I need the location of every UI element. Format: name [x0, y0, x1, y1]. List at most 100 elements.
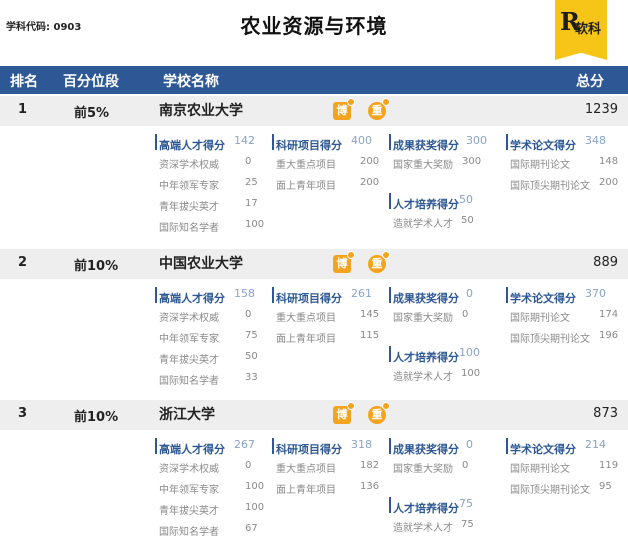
training-score-header: 人才培养得分 100: [389, 346, 501, 364]
rank-number: 3: [18, 406, 28, 421]
paper-item-label: 国际顶尖期刊论文: [510, 334, 590, 345]
research-item-label: 重大重点项目: [276, 160, 336, 171]
talent-score-value: 267: [234, 438, 255, 451]
paper-item-value: 119: [599, 460, 619, 471]
training-group: 人才培养得分 50 造就学术人才 50: [389, 193, 501, 233]
talent-item-label: 中年领军专家: [159, 181, 219, 192]
paper-item: 国际顶尖期刊论文 196: [506, 327, 618, 348]
paper-score-header: 学术论文得分 370: [506, 287, 618, 305]
training-item-value: 50: [461, 215, 474, 226]
paper-item: 国际期刊论文 174: [506, 306, 618, 327]
talent-item-label: 资深学术权威: [159, 313, 219, 324]
award-group: 成果获奖得分 0 国家重大奖励 0: [389, 287, 501, 327]
talent-item-value: 0: [245, 156, 252, 167]
research-item-value: 200: [360, 156, 380, 167]
talent-score-header: 高端人才得分 158: [155, 287, 267, 305]
research-item-label: 面上青年项目: [276, 181, 336, 192]
ranking-row[interactable]: 3 前10% 浙江大学 873 博重: [0, 400, 628, 430]
paper-item-value: 174: [599, 309, 619, 320]
paper-item-value: 148: [599, 156, 619, 167]
training-score-label: 人才培养得分: [393, 351, 459, 364]
research-group: 科研项目得分 261 重大重点项目 145 面上青年项目 115: [272, 287, 384, 348]
award-group: 成果获奖得分 0 国家重大奖励 0: [389, 438, 501, 478]
rank-number: 1: [18, 102, 28, 117]
talent-item-label: 资深学术权威: [159, 160, 219, 171]
paper-item-value: 95: [599, 481, 612, 492]
research-item-value: 136: [360, 481, 380, 492]
training-group: 人才培养得分 75 造就学术人才 75: [389, 497, 501, 537]
paper-item-label: 国际期刊论文: [510, 464, 570, 475]
talent-score-header: 高端人才得分 267: [155, 438, 267, 456]
paper-item-label: 国际期刊论文: [510, 160, 570, 171]
talent-score-label: 高端人才得分: [159, 292, 225, 305]
award-score-value: 300: [466, 134, 487, 147]
school-name[interactable]: 浙江大学: [159, 404, 215, 424]
paper-group: 学术论文得分 214 国际期刊论文 119 国际顶尖期刊论文 95: [506, 438, 618, 499]
header-score: 总分: [576, 74, 604, 90]
table-header: 排名 百分位段 学校名称 总分: [0, 66, 628, 94]
badge-dot-icon: [382, 98, 390, 106]
ranking-row[interactable]: 1 前5% 南京农业大学 1239 博重: [0, 96, 628, 126]
badge-dot-icon: [382, 402, 390, 410]
paper-group: 学术论文得分 348 国际期刊论文 148 国际顶尖期刊论文 200: [506, 134, 618, 195]
research-score-value: 400: [351, 134, 372, 147]
rank-number: 2: [18, 255, 28, 270]
training-score-value: 50: [459, 193, 473, 206]
award-item: 国家重大奖励 0: [389, 306, 501, 327]
paper-score-value: 370: [585, 287, 606, 300]
award-score-label: 成果获奖得分: [393, 443, 459, 456]
award-item: 国家重大奖励 300: [389, 153, 501, 174]
paper-score-label: 学术论文得分: [510, 443, 576, 456]
talent-group: 高端人才得分 267 资深学术权威 0 中年领军专家 100 青年拔尖英才 100 国际知名学者…: [155, 438, 267, 541]
talent-item-label: 国际知名学者: [159, 376, 219, 387]
paper-item: 国际顶尖期刊论文 95: [506, 478, 618, 499]
talent-item: 中年领军专家 75: [155, 327, 267, 348]
talent-item-label: 资深学术权威: [159, 464, 219, 475]
training-score-label: 人才培养得分: [393, 198, 459, 211]
paper-item-label: 国际顶尖期刊论文: [510, 181, 590, 192]
research-item: 重大重点项目 145: [272, 306, 384, 327]
training-item-label: 造就学术人才: [393, 219, 453, 230]
total-score: 873: [593, 406, 618, 421]
total-score: 1239: [584, 102, 618, 117]
paper-item-label: 国际期刊论文: [510, 313, 570, 324]
talent-item-label: 国际知名学者: [159, 223, 219, 234]
award-score-value: 0: [466, 287, 473, 300]
zhong-badge-icon: 重: [368, 402, 390, 424]
ranking-row[interactable]: 2 前10% 中国农业大学 889 博重: [0, 249, 628, 279]
talent-item: 青年拔尖英才 50: [155, 348, 267, 369]
paper-group: 学术论文得分 370 国际期刊论文 174 国际顶尖期刊论文 196: [506, 287, 618, 348]
paper-score-value: 214: [585, 438, 606, 451]
paper-score-label: 学术论文得分: [510, 292, 576, 305]
award-score-header: 成果获奖得分 300: [389, 134, 501, 152]
talent-item: 资深学术权威 0: [155, 306, 267, 327]
talent-score-label: 高端人才得分: [159, 443, 225, 456]
paper-score-value: 348: [585, 134, 606, 147]
school-name[interactable]: 南京农业大学: [159, 100, 243, 120]
training-score-value: 100: [459, 346, 480, 359]
bo-badge-icon: 博: [333, 98, 355, 120]
research-item: 面上青年项目 200: [272, 174, 384, 195]
talent-score-header: 高端人才得分 142: [155, 134, 267, 152]
award-score-label: 成果获奖得分: [393, 139, 459, 152]
award-score-label: 成果获奖得分: [393, 292, 459, 305]
research-item-value: 182: [360, 460, 380, 471]
paper-score-header: 学术论文得分 348: [506, 134, 618, 152]
paper-score-header: 学术论文得分 214: [506, 438, 618, 456]
research-score-value: 261: [351, 287, 372, 300]
talent-item-value: 0: [245, 309, 252, 320]
research-item: 重大重点项目 200: [272, 153, 384, 174]
talent-item: 青年拔尖英才 100: [155, 499, 267, 520]
research-item-value: 145: [360, 309, 380, 320]
training-score-label: 人才培养得分: [393, 502, 459, 515]
talent-score-label: 高端人才得分: [159, 139, 225, 152]
research-item-label: 面上青年项目: [276, 334, 336, 345]
talent-item-value: 50: [245, 351, 258, 362]
school-name[interactable]: 中国农业大学: [159, 253, 243, 273]
award-score-value: 0: [466, 438, 473, 451]
award-score-header: 成果获奖得分 0: [389, 438, 501, 456]
research-score-header: 科研项目得分 318: [272, 438, 384, 456]
zhong-badge-icon: 重: [368, 251, 390, 273]
logo-text: 软科: [575, 22, 602, 37]
training-item: 造就学术人才 75: [389, 516, 501, 537]
